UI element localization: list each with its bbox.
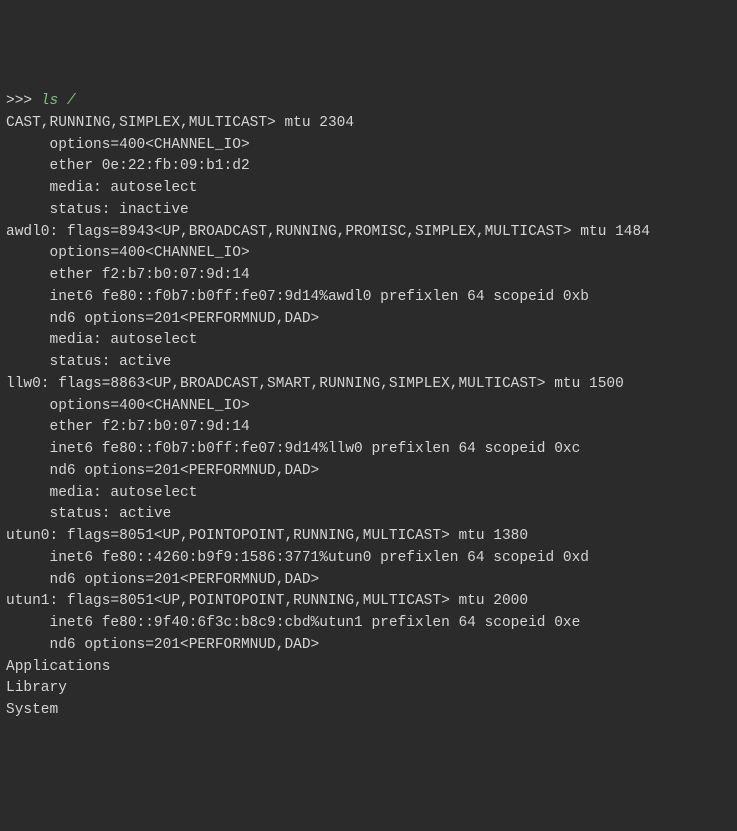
output-line: ether 0e:22:fb:09:b1:d2	[6, 158, 250, 174]
output-line: media: autoselect	[6, 485, 197, 501]
output-line: media: autoselect	[6, 332, 197, 348]
output-line: options=400<CHANNEL_IO>	[6, 137, 250, 153]
command-text: ls /	[41, 93, 76, 109]
output-line: inet6 fe80::4260:b9f9:1586:3771%utun0 pr…	[6, 550, 589, 566]
terminal-window[interactable]: >>> ls / CAST,RUNNING,SIMPLEX,MULTICAST>…	[6, 91, 731, 722]
output-line: inet6 fe80::f0b7:b0ff:fe07:9d14%awdl0 pr…	[6, 289, 589, 305]
output-line: utun0: flags=8051<UP,POINTOPOINT,RUNNING…	[6, 528, 528, 544]
output-line: utun1: flags=8051<UP,POINTOPOINT,RUNNING…	[6, 593, 528, 609]
output-line: nd6 options=201<PERFORMNUD,DAD>	[6, 463, 319, 479]
prompt-line: >>> ls /	[6, 93, 76, 109]
output-line: System	[6, 702, 58, 718]
output-line: Applications	[6, 659, 110, 675]
output-line: options=400<CHANNEL_IO>	[6, 398, 250, 414]
prompt-symbol: >>>	[6, 93, 41, 109]
output-line: media: autoselect	[6, 180, 197, 196]
output-line: inet6 fe80::f0b7:b0ff:fe07:9d14%llw0 pre…	[6, 441, 580, 457]
output-line: inet6 fe80::9f40:6f3c:b8c9:cbd%utun1 pre…	[6, 615, 580, 631]
output-line: status: active	[6, 506, 171, 522]
output-line: options=400<CHANNEL_IO>	[6, 245, 250, 261]
output-line: status: active	[6, 354, 171, 370]
output-line: nd6 options=201<PERFORMNUD,DAD>	[6, 311, 319, 327]
output-line: nd6 options=201<PERFORMNUD,DAD>	[6, 637, 319, 653]
output-line: ether f2:b7:b0:07:9d:14	[6, 267, 250, 283]
output-line: llw0: flags=8863<UP,BROADCAST,SMART,RUNN…	[6, 376, 624, 392]
output-line: status: inactive	[6, 202, 189, 218]
output-line: CAST,RUNNING,SIMPLEX,MULTICAST> mtu 2304	[6, 115, 354, 131]
output-line: awdl0: flags=8943<UP,BROADCAST,RUNNING,P…	[6, 224, 650, 240]
output-line: Library	[6, 680, 67, 696]
output-line: ether f2:b7:b0:07:9d:14	[6, 419, 250, 435]
output-line: nd6 options=201<PERFORMNUD,DAD>	[6, 572, 319, 588]
